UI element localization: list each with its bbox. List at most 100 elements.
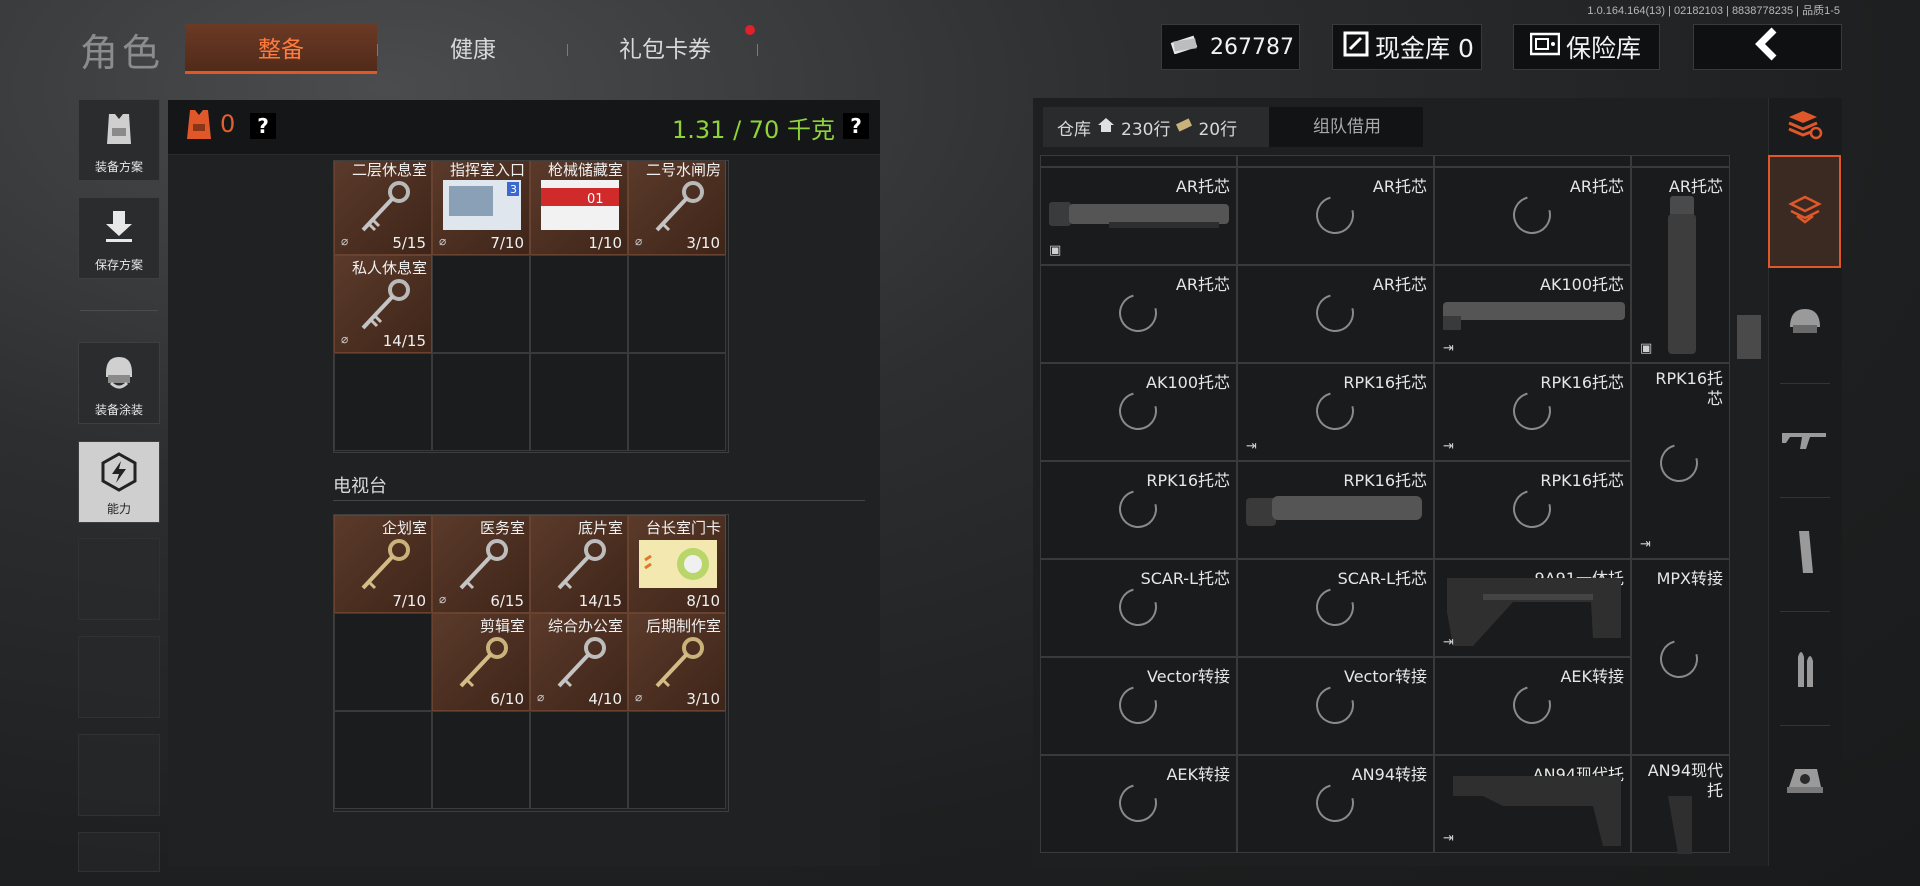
warehouse-item[interactable]: AR托芯 ▣ xyxy=(1040,167,1237,265)
key-item[interactable]: 剪辑室 6/10 xyxy=(432,613,530,711)
item-name: RPK16托芯 xyxy=(1343,373,1427,392)
category-sight[interactable] xyxy=(1768,742,1841,822)
keycard-icon: 01 xyxy=(539,178,621,236)
warehouse-item[interactable]: AN94转接 xyxy=(1237,755,1434,853)
sight-icon xyxy=(1785,763,1825,801)
key-item[interactable]: 二号水闸房 ⌀ 3/10 xyxy=(628,161,726,255)
warehouse-item[interactable]: AR托芯 xyxy=(1237,265,1434,363)
item-name: AR托芯 xyxy=(1175,275,1230,294)
key-item[interactable]: 底片室 14/15 xyxy=(530,515,628,613)
warehouse-item[interactable]: AK100托芯 xyxy=(1040,363,1237,461)
warehouse-item[interactable]: AK100托芯 ⇥ xyxy=(1434,265,1631,363)
item-name: AR托芯 xyxy=(1372,275,1427,294)
warehouse-item[interactable]: AN94现代托 ⇥ xyxy=(1434,755,1631,853)
key-item[interactable]: 枪械储藏室 01 1/10 xyxy=(530,161,628,255)
item-count: 14/15 xyxy=(578,592,622,610)
helmet-icon xyxy=(1785,305,1825,345)
back-arrow-icon xyxy=(1752,27,1784,67)
notification-dot xyxy=(745,25,755,35)
category-helmet[interactable] xyxy=(1768,285,1841,365)
warehouse-item[interactable]: AEK转接 xyxy=(1040,755,1237,853)
warehouse-item[interactable]: RPK16托芯 xyxy=(1040,461,1237,559)
no-key-icon: ⌀ xyxy=(439,234,447,248)
home-rows: 230行 xyxy=(1121,119,1171,140)
key-item[interactable]: 台长室门卡 8/10 xyxy=(628,515,726,613)
tab-health[interactable]: 健康 xyxy=(377,24,569,74)
category-divider xyxy=(1780,611,1830,612)
empty-cell xyxy=(334,613,432,711)
loadout-plan-button[interactable]: 装备方案 xyxy=(78,99,160,181)
key-item[interactable]: 私人休息室 ⌀ 14/15 xyxy=(334,255,432,353)
rifle-icon xyxy=(1780,423,1830,457)
warehouse-item[interactable]: RPK16托芯 xyxy=(1237,461,1434,559)
keycard-icon xyxy=(637,538,719,594)
help-button[interactable]: ? xyxy=(250,113,276,139)
warehouse-item[interactable]: AR托芯 ▣ xyxy=(1631,167,1730,363)
warehouse-scrollbar[interactable] xyxy=(1737,315,1761,359)
item-name: 二号水闸房 xyxy=(645,161,721,179)
warehouse-item[interactable]: SCAR-L托芯 xyxy=(1237,559,1434,657)
key-item[interactable]: 综合办公室 ⌀ 4/10 xyxy=(530,613,628,711)
warehouse-item[interactable]: AR托芯 xyxy=(1040,265,1237,363)
loading-icon xyxy=(1653,437,1705,489)
item-name: RPK16托芯 xyxy=(1540,471,1624,490)
category-rifle[interactable] xyxy=(1768,400,1841,480)
save-plan-label: 保存方案 xyxy=(94,258,143,272)
warehouse-item[interactable]: SCAR-L托芯 xyxy=(1040,559,1237,657)
key-item[interactable]: 后期制作室 ⌀ 3/10 xyxy=(628,613,726,711)
transfer-icon: ⇥ xyxy=(1246,439,1257,454)
ability-button[interactable]: 能力 xyxy=(78,441,160,523)
warehouse-item[interactable]: RPK16托芯 ⇥ xyxy=(1434,363,1631,461)
key-item[interactable]: 指挥室入口 3 ⌀ 7/10 xyxy=(432,161,530,255)
warehouse-item[interactable]: AN94现代托 xyxy=(1631,755,1730,854)
weight-help-button[interactable]: ? xyxy=(843,113,869,139)
warehouse-item[interactable]: AEK转接 xyxy=(1434,657,1631,755)
item-name: 后期制作室 xyxy=(645,617,721,635)
cash-vault-button[interactable]: 现金库 0 xyxy=(1332,24,1482,70)
key-item[interactable]: 企划室 7/10 xyxy=(334,515,432,613)
warehouse-item[interactable]: 9A91一体托 ⇥ xyxy=(1434,559,1631,657)
loading-icon xyxy=(1506,679,1558,731)
back-button[interactable] xyxy=(1693,24,1842,70)
tab-warehouse[interactable]: 仓库 230行 20行 xyxy=(1043,107,1269,147)
stock-core-icon xyxy=(1662,196,1702,360)
category-ammo[interactable] xyxy=(1768,628,1841,708)
item-name: AEK转接 xyxy=(1560,667,1624,686)
item-name: AK100托芯 xyxy=(1146,373,1230,392)
tab-team-borrow[interactable]: 组队借用 xyxy=(1272,107,1422,147)
item-name: AR托芯 xyxy=(1569,177,1624,196)
key-item[interactable]: 医务室 ⌀ 6/15 xyxy=(432,515,530,613)
empty-cell xyxy=(628,255,726,353)
ticket-icon xyxy=(1176,117,1193,137)
warehouse-item[interactable]: RPK16托芯 ⇥ xyxy=(1237,363,1434,461)
grid-cell xyxy=(1040,155,1237,167)
item-name: RPK16托芯 xyxy=(1146,471,1230,490)
gear-skin-label: 装备涂装 xyxy=(94,403,143,417)
tab-gift[interactable]: 礼包卡券 xyxy=(569,24,761,74)
item-name: 企划室 xyxy=(381,519,427,537)
item-name: 二层休息室 xyxy=(351,161,427,179)
warehouse-item[interactable]: Vector转接 xyxy=(1040,657,1237,755)
empty-cell xyxy=(432,255,530,353)
home-icon xyxy=(1097,117,1115,138)
version-label: 1.0.164.164(13) | 02182103 | 8838778235 … xyxy=(1587,5,1840,17)
insurance-button[interactable]: 保险库 xyxy=(1513,24,1660,70)
key-item[interactable]: 二层休息室 ⌀ 5/15 xyxy=(334,161,432,255)
sort-stack-button[interactable] xyxy=(1768,106,1841,146)
warehouse-item[interactable]: MPX转接 xyxy=(1631,559,1730,755)
item-count: 6/10 xyxy=(490,690,524,708)
tab-gear[interactable]: 整备 xyxy=(185,24,377,74)
warehouse-item[interactable]: AR托芯 xyxy=(1434,167,1631,265)
warehouse-item[interactable]: RPK16托芯 xyxy=(1434,461,1631,559)
safe-icon xyxy=(1529,32,1561,62)
stock-core-icon xyxy=(1443,296,1625,336)
warehouse-item[interactable]: Vector转接 xyxy=(1237,657,1434,755)
save-plan-button[interactable]: 保存方案 xyxy=(78,197,160,279)
key-grid-top: 二层休息室 ⌀ 5/15 指挥室入口 3 ⌀ 7/10 枪械储藏室 01 1/1… xyxy=(333,160,729,453)
category-magazine[interactable] xyxy=(1768,514,1841,594)
category-all[interactable] xyxy=(1768,155,1841,268)
warehouse-item[interactable]: AR托芯 xyxy=(1237,167,1434,265)
stock-core-icon xyxy=(1246,490,1428,534)
warehouse-item[interactable]: RPK16托芯 ⇥ xyxy=(1631,363,1730,559)
gear-skin-button[interactable]: 装备涂装 xyxy=(78,342,160,424)
